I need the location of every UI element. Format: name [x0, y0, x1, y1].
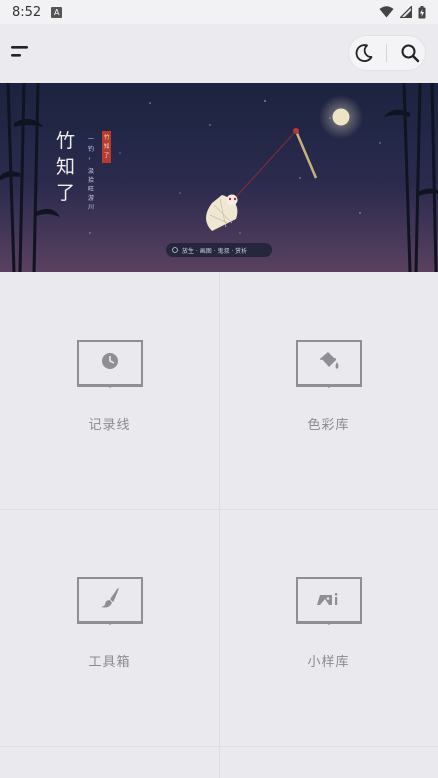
- svg-text:汲: 汲: [88, 167, 94, 175]
- menu-button[interactable]: [10, 42, 32, 62]
- svg-text:钓: 钓: [88, 145, 94, 153]
- svg-text:，: ，: [88, 154, 94, 161]
- svg-text:拾: 拾: [88, 176, 94, 184]
- moon-icon: [355, 44, 373, 62]
- search-button[interactable]: [400, 43, 420, 63]
- banner-carousel[interactable]: 竹 知 了 竹知了 一钓， 汲拾旺游川 放生 · 画图 · 鬼叔 · 赏析: [0, 83, 438, 272]
- app-bar: [0, 24, 438, 82]
- svg-text:知: 知: [104, 142, 110, 150]
- grid-item-samples[interactable]: 小样库: [219, 509, 438, 746]
- status-bar: 8:52 A: [0, 0, 438, 24]
- paint-bucket-icon: [295, 340, 362, 388]
- svg-text:了: 了: [104, 152, 110, 159]
- grid-divider-horizontal: [0, 746, 438, 747]
- grid-item-timeline[interactable]: 记录线: [0, 272, 219, 509]
- brush-icon: [76, 577, 143, 625]
- grid-item-label: 记录线: [88, 418, 131, 433]
- pill-divider: [386, 44, 388, 62]
- svg-text:游: 游: [88, 194, 94, 202]
- image-ai-icon: [295, 577, 362, 625]
- svg-text:川: 川: [88, 204, 94, 211]
- banner-caption: 放生 · 画图 · 鬼叔 · 赏析: [182, 247, 247, 255]
- search-icon: [401, 44, 420, 63]
- banner-title-char-3: 了: [56, 182, 75, 204]
- notification-a-icon: A: [51, 6, 63, 18]
- action-pill: [348, 35, 426, 71]
- svg-text:旺: 旺: [88, 186, 94, 193]
- wifi-icon: [379, 6, 394, 18]
- banner-illustration: 竹 知 了 竹知了 一钓， 汲拾旺游川 放生 · 画图 · 鬼叔 · 赏析: [0, 83, 438, 272]
- banner-title-char-1: 竹: [56, 130, 75, 152]
- menu-icon: [11, 46, 28, 57]
- feature-grid: 记录线 色彩库 工具箱 小样库: [0, 272, 438, 778]
- svg-text:一: 一: [88, 136, 94, 143]
- svg-text:竹: 竹: [104, 133, 110, 141]
- grid-item-label: 工具箱: [88, 655, 131, 670]
- status-time: 8:52: [12, 4, 42, 20]
- grid-item-colors[interactable]: 色彩库: [219, 272, 438, 509]
- dark-mode-button[interactable]: [354, 43, 374, 63]
- banner-title-char-2: 知: [56, 156, 75, 178]
- signal-icon: [400, 6, 412, 18]
- battery-charging-icon: [418, 5, 426, 18]
- clock-icon: [76, 340, 143, 388]
- grid-item-toolbox[interactable]: 工具箱: [0, 509, 219, 746]
- grid-item-label: 色彩库: [307, 418, 350, 433]
- grid-item-label: 小样库: [307, 655, 350, 670]
